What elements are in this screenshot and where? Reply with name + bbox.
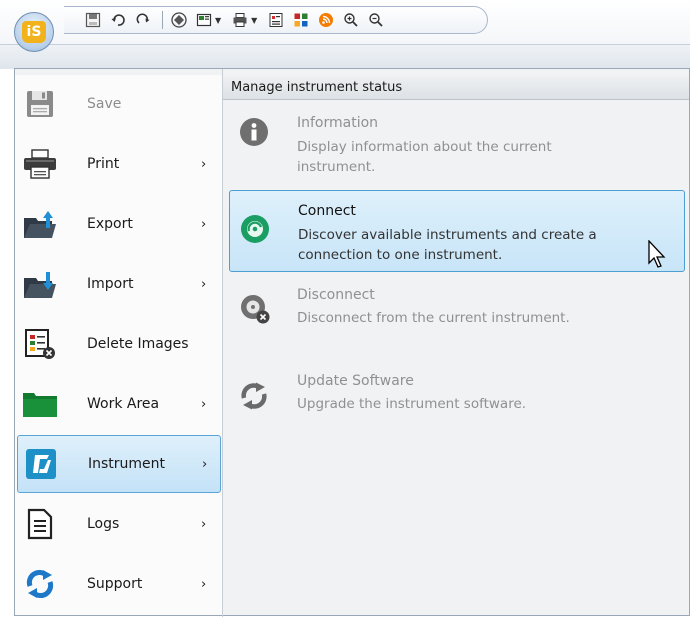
document-icon bbox=[20, 504, 60, 544]
menu-item-label: Export bbox=[87, 216, 133, 232]
report-icon[interactable] bbox=[265, 9, 287, 31]
submenu-item-description: Upgrade the instrument software. bbox=[297, 396, 527, 412]
description-line: connection to one instrument. bbox=[298, 247, 503, 263]
menu-item-label: Work Area bbox=[87, 396, 160, 412]
description-line: Display information about the current bbox=[297, 139, 552, 155]
mouse-cursor-icon bbox=[648, 240, 666, 268]
zoom-in-icon[interactable] bbox=[340, 9, 362, 31]
submenu-arrow-icon: › bbox=[201, 576, 207, 592]
menu-item-work-area[interactable]: Work Area › bbox=[17, 375, 221, 433]
instrument-submenu-panel: Manage instrument status Information Dis… bbox=[223, 69, 689, 615]
chevron-down-icon[interactable]: ▼ bbox=[251, 16, 257, 25]
submenu-item-title: Update Software bbox=[297, 373, 414, 389]
application-menu: Save Print › Export › Import › Delete Im… bbox=[14, 68, 690, 617]
update-software-icon bbox=[239, 381, 271, 413]
undo-icon[interactable] bbox=[107, 9, 129, 31]
menu-item-label: Import bbox=[87, 276, 134, 292]
submenu-item-update-software[interactable]: Update Software Upgrade the instrument s… bbox=[229, 367, 685, 427]
green-folder-icon bbox=[20, 384, 60, 424]
menu-item-logs[interactable]: Logs › bbox=[17, 495, 221, 553]
support-icon bbox=[20, 564, 60, 604]
disconnect-icon bbox=[239, 293, 271, 325]
menu-item-label: Delete Images bbox=[87, 336, 189, 352]
ribbon-strip bbox=[0, 44, 690, 69]
menu-item-import[interactable]: Import › bbox=[17, 255, 221, 313]
sample-icon[interactable] bbox=[168, 9, 190, 31]
submenu-arrow-icon: › bbox=[201, 516, 207, 532]
title-bar: ▼ ▼ iS bbox=[0, 0, 690, 52]
menu-commands-pane: Save Print › Export › Import › Delete Im… bbox=[15, 75, 223, 615]
panel-header: Manage instrument status bbox=[223, 76, 689, 100]
menu-item-label: Support bbox=[87, 576, 143, 592]
submenu-item-title: Connect bbox=[298, 203, 356, 219]
chevron-down-icon[interactable]: ▼ bbox=[215, 16, 221, 25]
quick-access-toolbar: ▼ ▼ bbox=[64, 6, 488, 34]
menu-item-instrument[interactable]: Instrument › bbox=[17, 435, 221, 493]
submenu-item-description: Display information about the current in… bbox=[297, 137, 667, 177]
application-menu-button[interactable]: iS bbox=[14, 12, 54, 52]
instrument-icon bbox=[21, 444, 61, 484]
view-icon[interactable] bbox=[193, 9, 215, 31]
submenu-item-title: Information bbox=[297, 115, 379, 131]
submenu-arrow-icon: › bbox=[201, 276, 207, 292]
grid-icon[interactable] bbox=[290, 9, 312, 31]
submenu-item-information[interactable]: Information Display information about th… bbox=[229, 109, 685, 179]
menu-item-save[interactable]: Save bbox=[17, 75, 221, 133]
submenu-item-title: Disconnect bbox=[297, 287, 375, 303]
zoom-out-icon[interactable] bbox=[365, 9, 387, 31]
delete-images-icon bbox=[20, 324, 60, 364]
app-logo: iS bbox=[22, 21, 46, 43]
submenu-item-connect[interactable]: Connect Discover available instruments a… bbox=[229, 190, 685, 272]
submenu-item-description: Disconnect from the current instrument. bbox=[297, 310, 570, 326]
redo-icon[interactable] bbox=[132, 9, 154, 31]
import-folder-icon bbox=[20, 264, 60, 304]
printer-icon bbox=[20, 144, 60, 184]
toolbar-separator bbox=[162, 11, 163, 29]
submenu-item-description: Discover available instruments and creat… bbox=[298, 225, 668, 265]
export-folder-icon bbox=[20, 204, 60, 244]
save-icon[interactable] bbox=[82, 9, 104, 31]
menu-item-delete-images[interactable]: Delete Images bbox=[17, 315, 221, 373]
floppy-disk-icon bbox=[20, 84, 60, 124]
submenu-arrow-icon: › bbox=[201, 156, 207, 172]
submenu-arrow-icon: › bbox=[202, 456, 208, 472]
print-icon[interactable] bbox=[229, 9, 251, 31]
menu-item-label: Instrument bbox=[88, 456, 166, 472]
menu-item-label: Print bbox=[87, 156, 120, 172]
menu-item-print[interactable]: Print › bbox=[17, 135, 221, 193]
description-line: Discover available instruments and creat… bbox=[298, 227, 597, 243]
submenu-item-disconnect[interactable]: Disconnect Disconnect from the current i… bbox=[229, 281, 685, 341]
rss-icon[interactable] bbox=[315, 9, 337, 31]
info-icon bbox=[239, 117, 271, 149]
menu-item-export[interactable]: Export › bbox=[17, 195, 221, 253]
submenu-arrow-icon: › bbox=[201, 216, 207, 232]
connect-icon bbox=[240, 214, 272, 246]
menu-item-label: Logs bbox=[87, 516, 120, 532]
description-line: instrument. bbox=[297, 159, 376, 175]
submenu-arrow-icon: › bbox=[201, 396, 207, 412]
menu-item-label: Save bbox=[87, 96, 122, 112]
menu-item-support[interactable]: Support › bbox=[17, 555, 221, 613]
